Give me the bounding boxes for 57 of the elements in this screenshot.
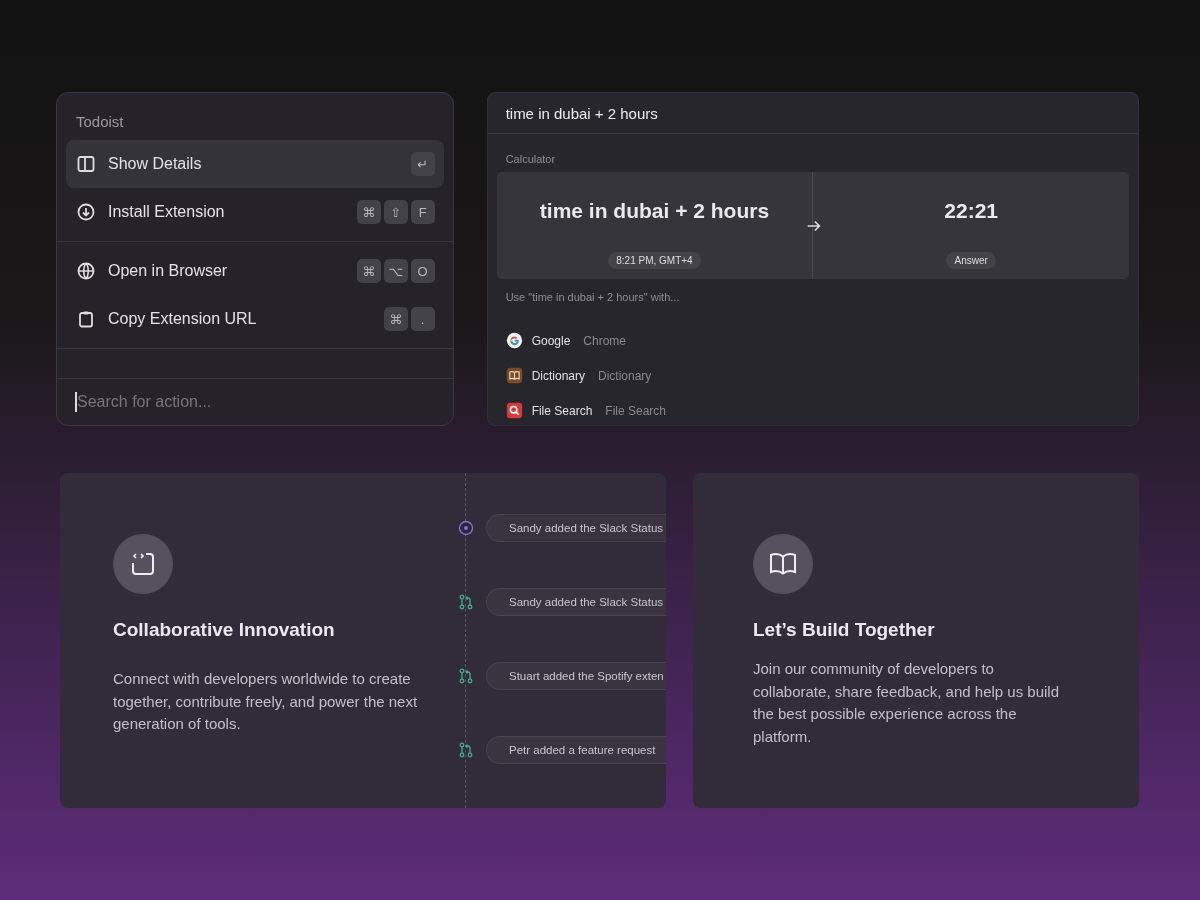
download-icon (76, 202, 96, 222)
globe-icon (76, 261, 96, 281)
app-item[interactable]: Google Chrome (487, 323, 1138, 358)
action-label: Open in Browser (108, 262, 229, 280)
action-item[interactable]: Copy Extension URL ⌘ . (66, 295, 444, 343)
sidebar-panel-icon (76, 154, 96, 174)
shortcut-key: ↵ (410, 152, 435, 176)
query-field[interactable]: time in dubai + 2 hours (487, 93, 1138, 134)
app-name: Dictionary (531, 368, 585, 383)
card-description: Join our community of developers to collaborate, share feedback, and help us build the best possible experience across the platform. (753, 659, 1061, 747)
pull-request-icon (458, 668, 474, 684)
action-item[interactable]: Show Details ↵ (66, 140, 444, 188)
shortcut-key: ⇧ (383, 200, 408, 224)
activity-pill: Sandy added the Slack Status (486, 588, 666, 616)
action-item[interactable]: Open in Browser ⌘ ⌥ O (66, 247, 444, 295)
action-label: Install Extension (108, 203, 226, 221)
activity-pill: Sandy added the Slack Status (486, 514, 666, 542)
result-text: 22:21 (944, 199, 998, 223)
magnifier-icon (505, 402, 523, 419)
expression-text: time in dubai + 2 hours (539, 199, 770, 223)
app-name: Google (531, 333, 571, 348)
expression-note: 8:21 PM, GMT+4 (608, 252, 701, 269)
shortcut-key: ⌘ (356, 200, 381, 224)
result-note: Answer (946, 252, 996, 269)
card-title: Collaborative Innovation (113, 619, 336, 641)
section-label: Calculator (504, 152, 557, 167)
action-item[interactable]: Install Extension ⌘ ⇧ F (66, 188, 444, 236)
pull-request-icon (458, 742, 474, 758)
app-item[interactable]: Dictionary Dictionary (487, 358, 1138, 393)
shortcut-key: . (410, 307, 435, 331)
app-source: Dictionary (598, 368, 652, 383)
app-name: File Search (531, 403, 593, 418)
shortcut-key: F (410, 200, 435, 224)
panel-title: Todoist (75, 112, 125, 132)
shortcut-key: ⌥ (383, 259, 408, 283)
google-icon (505, 332, 523, 349)
shortcut-key: ⌘ (383, 307, 408, 331)
pull-request-icon (458, 594, 474, 610)
app-source: Chrome (583, 333, 626, 348)
card-title: Let’s Build Together (753, 619, 936, 641)
card-description: Connect with developers worldwide to create together, contribute freely, and power the next generation of tools. (113, 669, 419, 734)
activity-pill: Petr added a feature request (486, 736, 666, 764)
shortcut-key: O (410, 259, 435, 283)
action-label: Show Details (108, 155, 203, 173)
book-icon (505, 367, 523, 384)
shortcut-key: ⌘ (356, 259, 381, 283)
app-source: File Search (605, 403, 667, 418)
code-window-icon (113, 534, 173, 594)
open-book-icon (753, 534, 813, 594)
calculator-result-card[interactable]: time in dubai + 2 hours 8:21 PM, GMT+4 22:21 Answer (496, 172, 1129, 279)
action-search-field[interactable]: Search for action... (77, 393, 435, 411)
activity-pill: Stuart added the Spotify exten (486, 662, 666, 690)
target-dot-icon (458, 520, 474, 536)
use-with-label: Use "time in dubai + 2 hours" with... (504, 290, 681, 305)
app-item[interactable]: File Search File Search (487, 393, 1138, 425)
action-label: Copy Extension URL (108, 310, 258, 328)
clipboard-icon (76, 309, 96, 329)
